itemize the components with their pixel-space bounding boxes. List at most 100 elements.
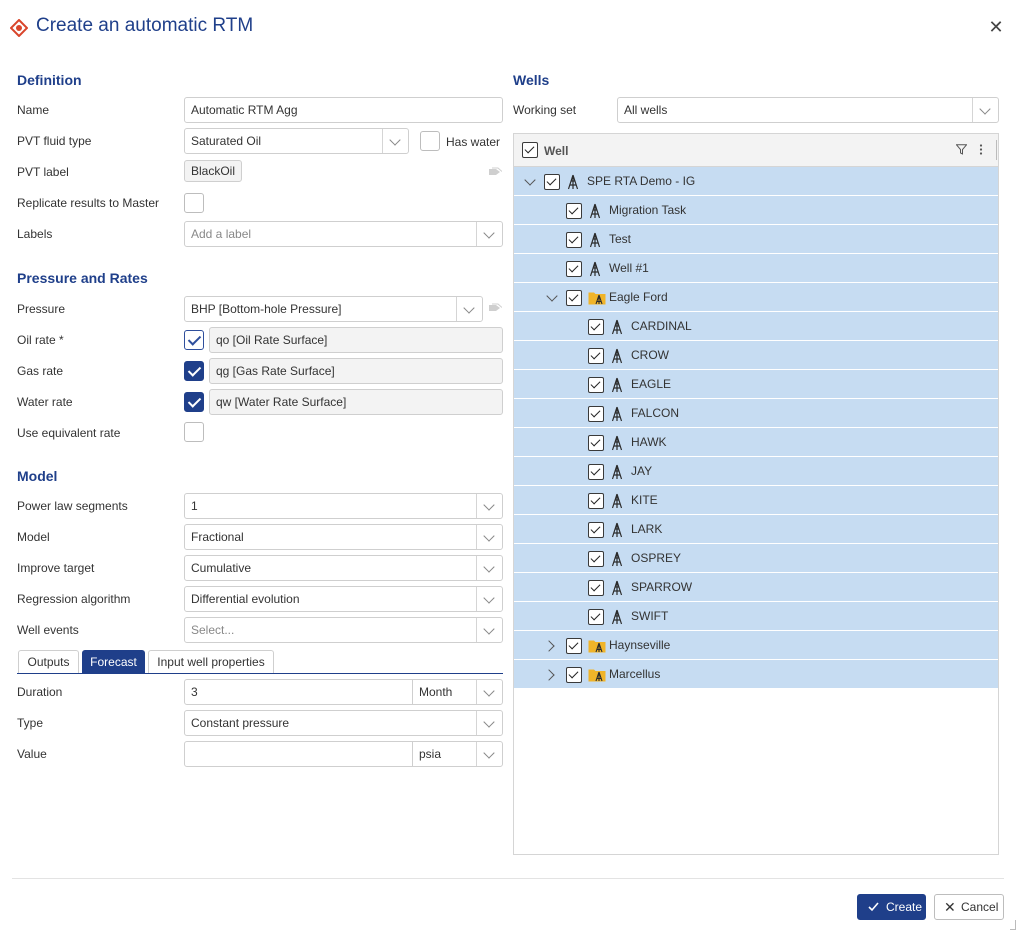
well-tree-row[interactable] xyxy=(514,196,998,225)
working-set-select[interactable]: All wells xyxy=(617,97,999,123)
well-checkbox[interactable] xyxy=(588,609,604,625)
folder-well-icon xyxy=(588,667,606,685)
well-tree-row[interactable] xyxy=(514,573,998,602)
well-name: Test xyxy=(609,232,632,246)
gas-rate-checkbox[interactable] xyxy=(184,361,204,381)
pvt-label-chip[interactable]: BlackOil xyxy=(184,160,243,182)
gas-rate-label: Gas rate xyxy=(17,364,64,378)
well-events-select[interactable]: Select... xyxy=(184,617,503,643)
well-checkbox[interactable] xyxy=(588,493,604,509)
well-name: CROW xyxy=(631,348,669,362)
model-select[interactable]: Fractional xyxy=(184,524,503,550)
tag-icon[interactable] xyxy=(488,303,502,313)
pvt-label-label: PVT label xyxy=(17,165,69,179)
tab-input-well-properties[interactable]: Input well properties xyxy=(148,650,274,674)
well-tree-row[interactable] xyxy=(514,515,998,544)
cancel-button[interactable]: ✕ Cancel xyxy=(934,894,1004,920)
has-water-label: Has water xyxy=(446,135,501,149)
pressure-select[interactable]: BHP [Bottom-hole Pressure] xyxy=(184,296,483,322)
well-tree-row[interactable] xyxy=(514,602,998,631)
well-checkbox[interactable] xyxy=(588,319,604,335)
close-icon[interactable]: ✕ xyxy=(985,16,1007,38)
more-options-icon[interactable] xyxy=(979,144,983,155)
well-tree-row[interactable] xyxy=(514,399,998,428)
duration-input[interactable]: 3 xyxy=(184,679,413,705)
well-tree-row[interactable] xyxy=(514,631,998,660)
duration-unit-select[interactable]: Month xyxy=(412,679,503,705)
well-column-header[interactable]: Well xyxy=(544,144,568,158)
replicate-checkbox[interactable] xyxy=(184,193,204,213)
tab-forecast[interactable]: Forecast xyxy=(82,650,145,674)
resize-grip[interactable] xyxy=(1010,920,1016,930)
well-checkbox[interactable] xyxy=(566,290,582,306)
well-tree-row[interactable] xyxy=(514,428,998,457)
working-set-value: All wells xyxy=(624,103,668,117)
pvt-fluid-select[interactable]: Saturated Oil xyxy=(184,128,409,154)
well-checkbox[interactable] xyxy=(588,406,604,422)
check-icon xyxy=(868,902,879,912)
well-checkbox[interactable] xyxy=(588,464,604,480)
well-tree-row[interactable] xyxy=(514,225,998,254)
power-law-select[interactable]: 1 xyxy=(184,493,503,519)
well-checkbox[interactable] xyxy=(588,377,604,393)
well-icon xyxy=(610,435,624,454)
value-unit-select[interactable]: psia xyxy=(412,741,503,767)
well-checkbox[interactable] xyxy=(566,638,582,654)
well-tree-row[interactable] xyxy=(514,283,998,312)
well-tree-row[interactable] xyxy=(514,544,998,573)
well-icon xyxy=(610,551,624,570)
well-checkbox[interactable] xyxy=(588,522,604,538)
pvt-fluid-value: Saturated Oil xyxy=(191,134,262,148)
type-label: Type xyxy=(17,716,44,730)
create-button[interactable]: Create xyxy=(857,894,926,920)
well-tree-row[interactable] xyxy=(514,486,998,515)
app-logo-icon xyxy=(10,19,28,37)
tag-icon[interactable] xyxy=(488,167,502,177)
well-name: SPE RTA Demo - IG xyxy=(587,174,696,188)
well-checkbox[interactable] xyxy=(566,203,582,219)
well-name: FALCON xyxy=(631,406,680,420)
column-resize-handle[interactable] xyxy=(996,140,997,160)
cancel-label: Cancel xyxy=(961,900,999,914)
improve-target-select[interactable]: Cumulative xyxy=(184,555,503,581)
oil-rate-checkbox[interactable] xyxy=(184,330,204,350)
tab-divider xyxy=(17,673,503,674)
well-tree-row[interactable] xyxy=(514,660,998,689)
filter-icon[interactable] xyxy=(956,144,967,155)
create-label: Create xyxy=(886,900,923,914)
chevron-down-icon xyxy=(456,297,482,321)
well-checkbox[interactable] xyxy=(566,232,582,248)
regression-select[interactable]: Differential evolution xyxy=(184,586,503,612)
well-tree-row[interactable] xyxy=(514,312,998,341)
well-checkbox[interactable] xyxy=(588,348,604,364)
well-checkbox[interactable] xyxy=(588,435,604,451)
value-input[interactable] xyxy=(184,741,413,767)
well-checkbox[interactable] xyxy=(566,667,582,683)
folder-well-icon xyxy=(588,638,606,656)
water-rate-checkbox[interactable] xyxy=(184,392,204,412)
water-rate-field[interactable]: qw [Water Rate Surface] xyxy=(209,389,503,415)
oil-rate-field[interactable]: qo [Oil Rate Surface] xyxy=(209,327,503,353)
name-input[interactable]: Automatic RTM Agg xyxy=(184,97,503,123)
wells-heading: Wells xyxy=(513,72,550,88)
well-tree-row[interactable] xyxy=(514,457,998,486)
type-select[interactable]: Constant pressure xyxy=(184,710,503,736)
gas-rate-field[interactable]: qg [Gas Rate Surface] xyxy=(209,358,503,384)
well-tree-row[interactable] xyxy=(514,254,998,283)
well-tree-row[interactable] xyxy=(514,370,998,399)
select-all-checkbox[interactable] xyxy=(522,142,538,158)
well-icon xyxy=(610,319,624,338)
well-checkbox[interactable] xyxy=(566,261,582,277)
tab-outputs[interactable]: Outputs xyxy=(18,650,79,674)
labels-input[interactable]: Add a label xyxy=(184,221,503,247)
well-icon xyxy=(610,464,624,483)
equiv-rate-checkbox[interactable] xyxy=(184,422,204,442)
chevron-down-icon xyxy=(476,711,502,735)
well-checkbox[interactable] xyxy=(588,580,604,596)
oil-rate-label: Oil rate * xyxy=(17,333,64,347)
well-checkbox[interactable] xyxy=(588,551,604,567)
well-checkbox[interactable] xyxy=(544,174,560,190)
has-water-checkbox[interactable] xyxy=(420,131,440,151)
chevron-down-icon xyxy=(476,556,502,580)
well-tree-row[interactable] xyxy=(514,341,998,370)
